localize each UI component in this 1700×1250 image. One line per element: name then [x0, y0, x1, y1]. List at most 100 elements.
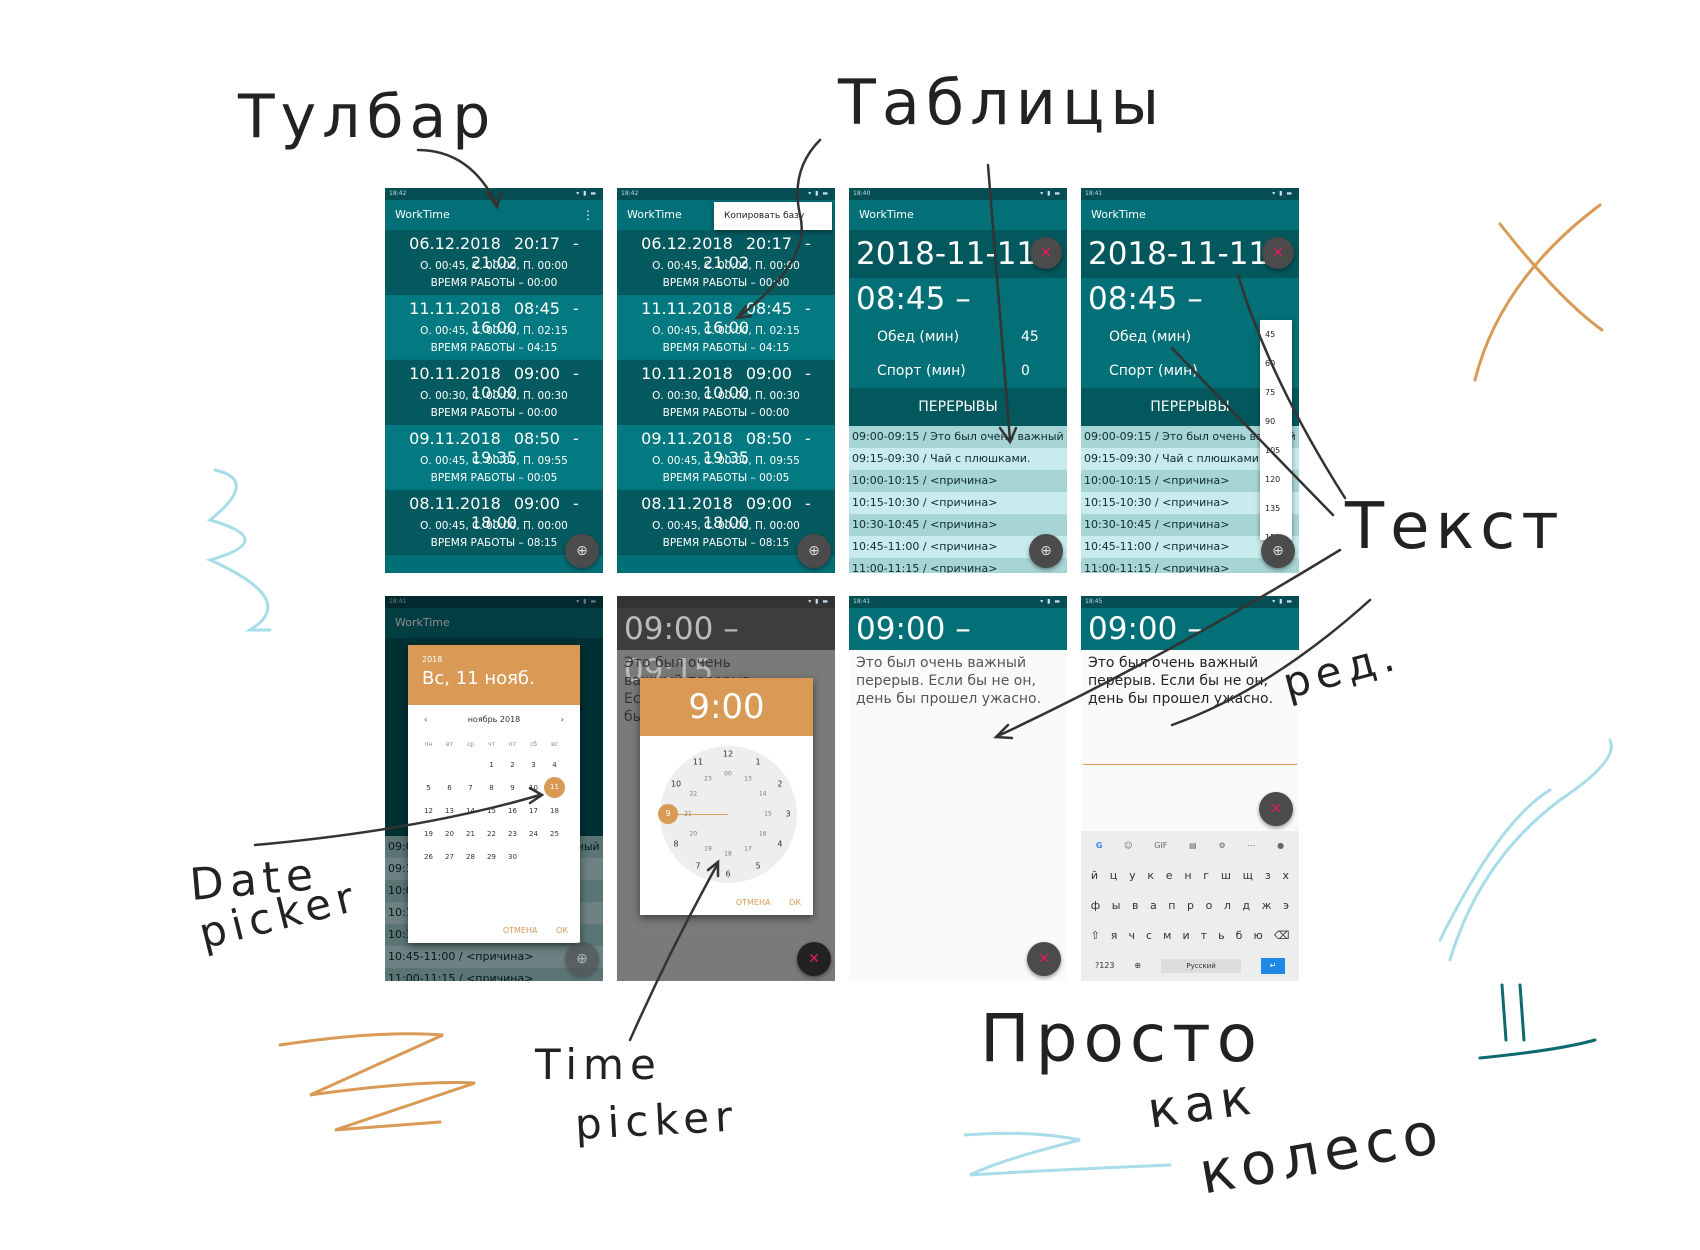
calendar-day[interactable]: 15	[481, 799, 502, 822]
key[interactable]: ⌫	[1274, 921, 1290, 951]
break-note-input[interactable]: Это был очень важный перерыв. Если бы не…	[1081, 650, 1299, 712]
key[interactable]: я	[1111, 921, 1118, 951]
calendar-day[interactable]: 18	[544, 799, 565, 822]
dropdown-option[interactable]: 120	[1260, 465, 1292, 494]
calendar-day[interactable]: 26	[418, 845, 439, 868]
key[interactable]: р	[1187, 891, 1194, 921]
list-item[interactable]: 10.11.2018 09:00 - 10:00 О. 00:30, С. 00:…	[385, 360, 603, 425]
calendar-day[interactable]: 14	[460, 799, 481, 822]
add-icon[interactable]: ⊕	[565, 942, 599, 976]
dropdown-option[interactable]: 45	[1260, 320, 1292, 349]
calendar-day[interactable]: 24	[523, 822, 544, 845]
key[interactable]: ⇧	[1091, 921, 1100, 951]
break-range[interactable]: 09:00 – 09:15	[1081, 608, 1299, 689]
key[interactable]: т	[1201, 921, 1207, 951]
calendar-day[interactable]: 16	[502, 799, 523, 822]
dropdown-option[interactable]: 105	[1260, 436, 1292, 465]
clock-hour-24[interactable]: 16	[759, 831, 767, 838]
settings-icon[interactable]: ⚙	[1218, 831, 1225, 861]
calendar-day[interactable]: 1	[481, 753, 502, 776]
dropdown-option[interactable]: 90	[1260, 407, 1292, 436]
list-item[interactable]: 11.11.2018 08:45 - 16:00 О. 00:45, С. 00:…	[617, 295, 835, 360]
break-item[interactable]: 09:15-09:30 / Чай с плюшками.	[849, 448, 1067, 470]
ok-button[interactable]: ОК	[789, 898, 801, 907]
clock-hour-24[interactable]: 23	[704, 776, 712, 783]
detail-date[interactable]: 2018-11-11 ✕	[849, 230, 1067, 278]
dropdown-option[interactable]: 135	[1260, 494, 1292, 523]
add-icon[interactable]: ⊕	[565, 534, 599, 568]
add-icon[interactable]: ⊕	[1261, 534, 1295, 568]
calendar-day[interactable]: 17	[523, 799, 544, 822]
dropdown-option[interactable]: 75	[1260, 378, 1292, 407]
add-icon[interactable]: ⊕	[797, 534, 831, 568]
clock-hour-24[interactable]: 00	[724, 771, 732, 778]
calendar-day[interactable]: 28	[460, 845, 481, 868]
break-note[interactable]: Это был очень важный перерыв. Если бы не…	[849, 650, 1067, 712]
clipboard-icon[interactable]: ▤	[1189, 831, 1197, 861]
clock-hour-24[interactable]: 20	[690, 831, 698, 838]
key[interactable]: х	[1282, 861, 1289, 891]
clock-hour[interactable]: 8	[673, 840, 678, 849]
mic-icon[interactable]: ●	[1277, 831, 1284, 861]
key[interactable]: д	[1242, 891, 1250, 921]
calendar-day[interactable]: 30	[502, 845, 523, 868]
more-vert-icon[interactable]: ⋮	[582, 200, 594, 230]
key[interactable]: ф	[1091, 891, 1100, 921]
key[interactable]: ь	[1218, 921, 1224, 951]
key[interactable]: о	[1206, 891, 1213, 921]
key[interactable]: ю	[1254, 921, 1263, 951]
delete-icon[interactable]: ✕	[1030, 237, 1062, 269]
more-icon[interactable]: ⋯	[1247, 831, 1255, 861]
clock-hour[interactable]: 5	[755, 861, 760, 870]
clock-hour[interactable]: 11	[693, 758, 703, 767]
calendar-day[interactable]: 25	[544, 822, 565, 845]
break-item[interactable]: 10:15-10:30 / <причина>	[849, 492, 1067, 514]
key[interactable]: ч	[1128, 921, 1135, 951]
clock-hour[interactable]: 10	[671, 780, 681, 789]
calendar-day[interactable]: 4	[544, 753, 565, 776]
clock-hour[interactable]: 12	[723, 750, 733, 759]
key[interactable]: и	[1182, 921, 1189, 951]
key[interactable]: п	[1168, 891, 1175, 921]
chevron-left-icon[interactable]: ‹	[424, 705, 427, 735]
calendar-day[interactable]: 22	[481, 822, 502, 845]
calendar-day[interactable]: 8	[481, 776, 502, 799]
key[interactable]: ш	[1221, 861, 1231, 891]
lunch-dropdown[interactable]: 45607590105120135150	[1260, 320, 1292, 542]
calendar-day[interactable]: 11	[544, 776, 565, 799]
ok-button[interactable]: ОК	[556, 926, 568, 935]
key[interactable]: а	[1150, 891, 1157, 921]
calendar-day[interactable]: 6	[439, 776, 460, 799]
calendar-day[interactable]: 13	[439, 799, 460, 822]
clock-hour-24[interactable]: 17	[744, 845, 752, 852]
key[interactable]: б	[1236, 921, 1243, 951]
clock-hour[interactable]: 4	[777, 840, 782, 849]
cancel-button[interactable]: ОТМЕНА	[736, 898, 771, 907]
space-key[interactable]: Русский	[1161, 959, 1242, 973]
key[interactable]: г	[1203, 861, 1209, 891]
delete-icon[interactable]: ✕	[1259, 792, 1293, 826]
break-item[interactable]: 09:00-09:15 / Это был очень важный	[849, 426, 1067, 448]
calendar-day[interactable]: 19	[418, 822, 439, 845]
list-item[interactable]: 11.11.2018 08:45 - 16:00 О. 00:45, С. 00:…	[385, 295, 603, 360]
copy-db-menu-item[interactable]: Копировать базу	[714, 202, 832, 230]
detail-date[interactable]: 2018-11-11 ✕	[1081, 230, 1299, 278]
key[interactable]: е	[1166, 861, 1173, 891]
clock-hour-24[interactable]: 18	[724, 851, 732, 858]
clock-hour-24[interactable]: 14	[759, 791, 767, 798]
clock-face[interactable]: 113214315416517618719820921102211231200	[658, 746, 797, 883]
sport-row[interactable]: Спорт (мин) 0	[849, 354, 1067, 388]
clock-hour[interactable]: 2	[777, 780, 782, 789]
break-item[interactable]: 10:00-10:15 / <причина>	[849, 470, 1067, 492]
list-item[interactable]: 09.11.2018 08:50 - 19:35 О. 00:45, С. 00:…	[385, 425, 603, 490]
calendar-day[interactable]: 9	[502, 776, 523, 799]
calendar-day[interactable]: 12	[418, 799, 439, 822]
delete-icon[interactable]: ✕	[797, 942, 831, 976]
break-item[interactable]: 10:30-10:45 / <причина>	[849, 514, 1067, 536]
clock-hour-24[interactable]: 22	[690, 791, 698, 798]
google-icon[interactable]: G	[1096, 831, 1103, 861]
key[interactable]: м	[1163, 921, 1171, 951]
key[interactable]: э	[1283, 891, 1289, 921]
key[interactable]: л	[1224, 891, 1231, 921]
clock-hour[interactable]: 3	[785, 810, 790, 819]
